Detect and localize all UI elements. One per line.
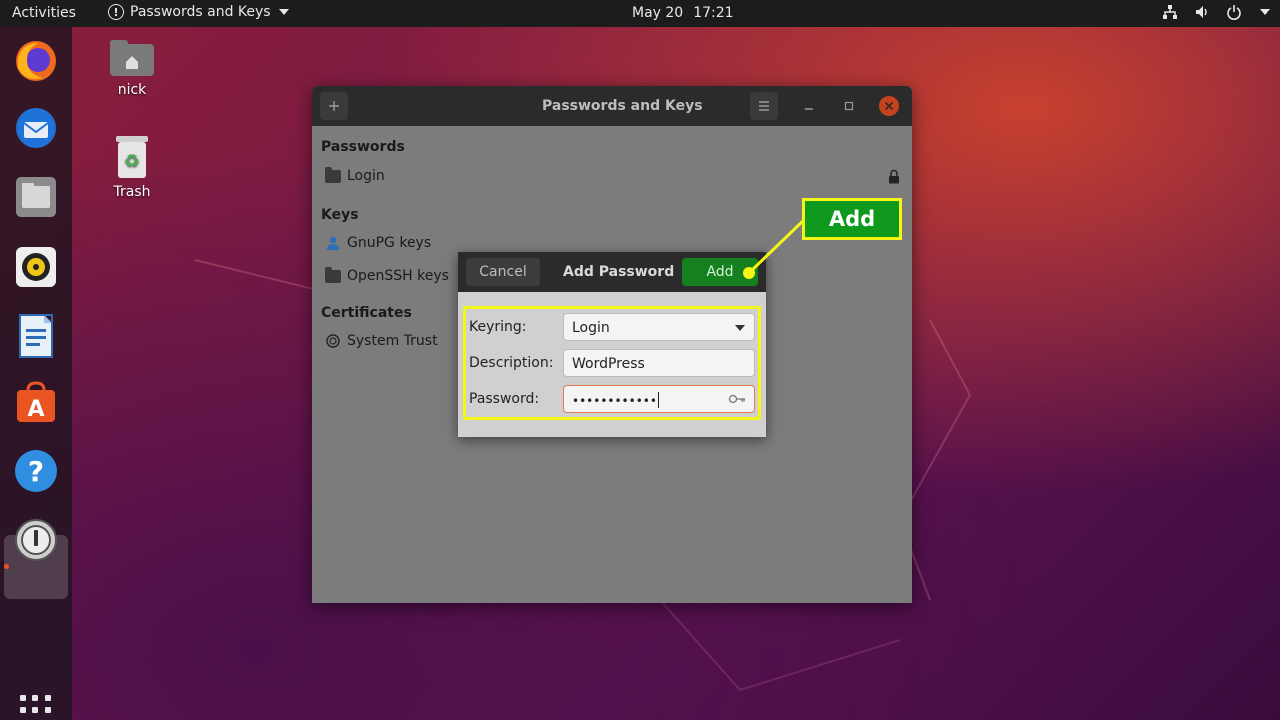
minimize-button[interactable] — [795, 92, 823, 120]
add-button[interactable]: Add — [682, 258, 758, 286]
desktop-trash[interactable]: ♻ Trash — [104, 134, 160, 200]
thunderbird-icon[interactable] — [12, 104, 60, 152]
plus-icon — [329, 101, 339, 111]
key-icon[interactable] — [728, 394, 746, 404]
password-value: •••••••••••• — [572, 394, 657, 408]
chevron-down-icon — [735, 325, 745, 331]
running-indicator — [4, 564, 9, 569]
sidebar-item-gnupg[interactable]: GnuPG keys — [325, 235, 431, 251]
section-certificates: Certificates — [321, 305, 412, 321]
maximize-button[interactable] — [835, 92, 863, 120]
sidebar-item-label: Login — [347, 168, 385, 184]
files-icon[interactable] — [12, 173, 60, 221]
sidebar-item-system-trust[interactable]: System Trust — [325, 333, 438, 349]
sidebar-item-label: System Trust — [347, 333, 438, 349]
cancel-button[interactable]: Cancel — [466, 258, 540, 286]
certificate-icon — [326, 334, 340, 348]
desktop-home-folder[interactable]: nick — [104, 38, 160, 98]
window-header-bar: Passwords and Keys — [312, 86, 912, 126]
maximize-icon — [844, 101, 854, 111]
activities-button[interactable]: Activities — [12, 5, 76, 21]
password-field[interactable]: •••••••••••• — [563, 385, 755, 413]
window-title: Passwords and Keys — [542, 98, 703, 114]
section-passwords: Passwords — [321, 139, 405, 155]
svg-text:A: A — [27, 397, 44, 422]
dock: A ? — [0, 27, 72, 720]
volume-icon[interactable] — [1194, 4, 1210, 20]
trash-icon: ♻ — [116, 136, 148, 178]
clock-date: May 20 — [632, 5, 684, 21]
home-folder-icon — [110, 40, 154, 76]
firefox-icon[interactable] — [12, 37, 60, 85]
desktop-home-label: nick — [117, 82, 147, 98]
minimize-icon — [805, 108, 813, 110]
chevron-down-icon[interactable] — [1260, 9, 1270, 15]
description-value: WordPress — [572, 356, 645, 372]
dialog-header-bar: Cancel Add Password Add — [458, 252, 766, 292]
person-key-icon — [327, 236, 339, 250]
sidebar-item-label: GnuPG keys — [347, 235, 432, 251]
rhythmbox-icon[interactable] — [12, 243, 60, 291]
dialog-title: Add Password — [563, 264, 675, 280]
dialog-body: Keyring: Login Description: WordPress Pa… — [458, 292, 766, 437]
description-field[interactable]: WordPress — [563, 349, 755, 377]
info-icon: ! — [108, 4, 124, 20]
add-button[interactable] — [320, 92, 348, 120]
passwords-keys-icon[interactable] — [12, 516, 60, 564]
app-menu[interactable]: ! Passwords and Keys — [108, 4, 289, 20]
svg-text:♻: ♻ — [124, 151, 140, 172]
hamburger-icon — [759, 101, 769, 111]
add-password-dialog: Cancel Add Password Add Keyring: Login D… — [458, 252, 766, 437]
writer-icon[interactable] — [12, 312, 60, 360]
help-icon[interactable]: ? — [12, 447, 60, 495]
sidebar-item-openssh[interactable]: OpenSSH keys — [325, 266, 449, 284]
section-keys: Keys — [321, 207, 359, 223]
folder-icon — [325, 266, 341, 283]
keyring-dropdown[interactable]: Login — [563, 313, 755, 341]
add-callout: Add — [802, 198, 902, 240]
system-tray[interactable] — [1162, 4, 1270, 20]
description-label: Description: — [469, 355, 554, 371]
keyring-value: Login — [572, 320, 610, 336]
network-icon[interactable] — [1162, 4, 1178, 20]
close-icon — [879, 96, 899, 116]
sidebar-item-login[interactable]: Login — [325, 166, 385, 184]
close-button[interactable] — [875, 92, 903, 120]
keyring-label: Keyring: — [469, 319, 527, 335]
password-label: Password: — [469, 391, 540, 407]
clock-time: 17:21 — [693, 5, 734, 21]
power-icon[interactable] — [1226, 4, 1242, 20]
lock-icon[interactable] — [888, 169, 900, 188]
folder-icon — [325, 166, 341, 183]
desktop-trash-label: Trash — [113, 184, 151, 200]
sidebar-item-label: OpenSSH keys — [347, 268, 449, 284]
text-cursor — [657, 392, 659, 408]
show-applications-icon[interactable] — [20, 695, 52, 720]
app-menu-label: Passwords and Keys — [130, 4, 271, 20]
callout-label: Add — [805, 201, 899, 237]
software-icon[interactable]: A — [12, 379, 60, 427]
svg-text:?: ? — [28, 455, 44, 488]
chevron-down-icon — [278, 9, 289, 15]
top-bar: Activities ! Passwords and Keys May 20 1… — [0, 0, 1280, 27]
clock[interactable]: May 20 17:21 — [632, 5, 734, 21]
menu-button[interactable] — [750, 92, 778, 120]
